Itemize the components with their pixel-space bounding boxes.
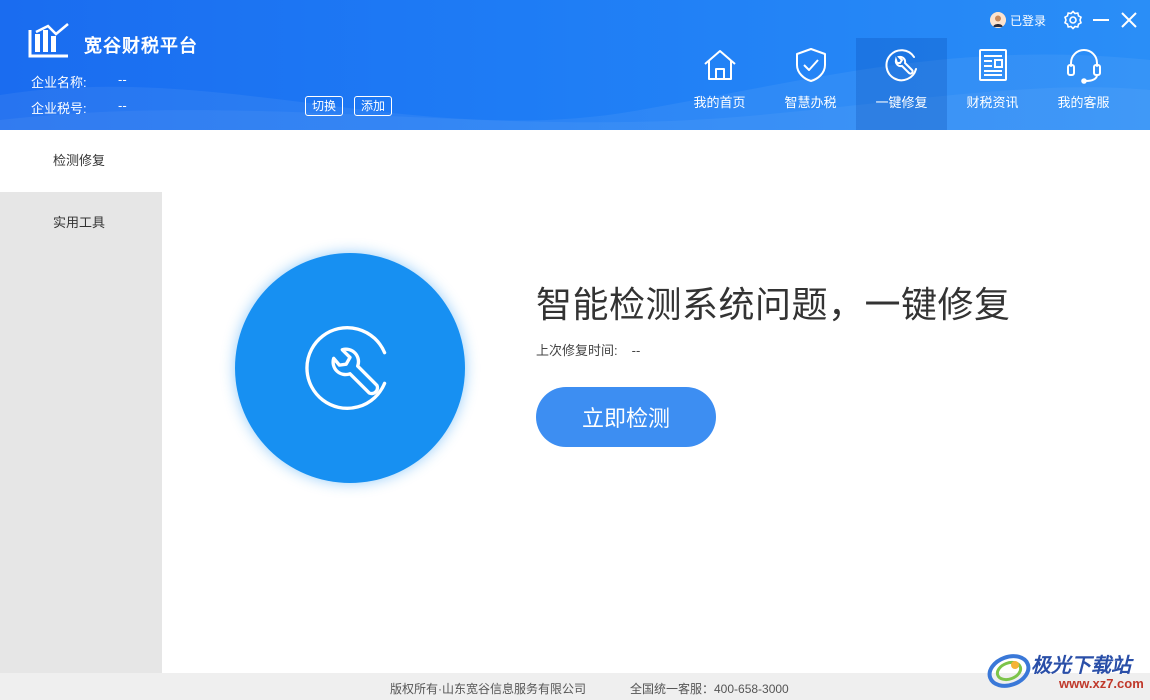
nav-item-repair[interactable]: 一键修复 <box>856 38 947 130</box>
headset-icon <box>1066 49 1101 84</box>
minimize-icon[interactable] <box>1090 9 1112 31</box>
app-logo <box>28 23 69 58</box>
aurora-logo-icon <box>987 654 1031 688</box>
nav-item-home[interactable]: 我的首页 <box>674 38 765 130</box>
main-nav: 我的首页 智慧办税 一键修复 财税资讯 我的客服 <box>674 38 1129 130</box>
newspaper-icon <box>978 49 1007 81</box>
copyright-text: 版权所有·山东宽谷信息服务有限公司 <box>390 682 586 696</box>
app-title: 宽谷财税平台 <box>84 36 198 56</box>
wrench-repair-icon <box>884 49 917 82</box>
watermark-title: 极光下载站 <box>1031 655 1131 677</box>
tax-id-row: 企业税号: -- <box>31 98 127 117</box>
gear-icon[interactable] <box>1062 9 1084 31</box>
last-repair-label: 上次修复时间: <box>536 343 618 358</box>
watermark: 极光下载站 www.xz7.com <box>985 645 1145 695</box>
wrench-repair-icon <box>305 326 387 410</box>
switch-company-button[interactable]: 切换 <box>305 96 344 116</box>
add-company-button[interactable]: 添加 <box>354 96 393 116</box>
nav-item-label: 财税资讯 <box>966 95 1019 110</box>
shield-check-icon <box>795 48 826 82</box>
window-controls: 已登录 <box>989 8 1140 32</box>
home-icon <box>703 50 736 80</box>
sidebar: 检测修复 实用工具 <box>0 130 162 673</box>
company-name-label: 企业名称: <box>31 75 87 90</box>
last-repair-time: 上次修复时间: -- <box>536 340 640 359</box>
user-avatar-icon[interactable] <box>989 12 1006 28</box>
last-repair-value: -- <box>631 343 641 358</box>
headline: 智能检测系统问题，一键修复 <box>536 284 1011 325</box>
nav-item-label: 我的客服 <box>1057 95 1110 110</box>
nav-item-service[interactable]: 我的客服 <box>1038 38 1129 130</box>
nav-item-smart-tax[interactable]: 智慧办税 <box>765 38 856 130</box>
repair-circle-graphic <box>235 253 465 483</box>
detect-now-button[interactable]: 立即检测 <box>536 387 716 447</box>
nav-item-label: 智慧办税 <box>784 95 837 110</box>
sidebar-item-detect-repair[interactable]: 检测修复 <box>0 130 162 192</box>
hotline-text: 全国统一客服：400-658-3000 <box>630 682 789 696</box>
company-name-value: -- <box>118 72 127 87</box>
nav-item-news[interactable]: 财税资讯 <box>947 38 1038 130</box>
tax-id-value: -- <box>118 98 127 113</box>
tax-id-label: 企业税号: <box>31 101 87 116</box>
watermark-url: www.xz7.com <box>1059 676 1144 691</box>
header-bar: 宽谷财税平台 企业名称: -- 企业税号: -- 切换 添加 我的首页 智慧办税 <box>0 0 1150 130</box>
nav-item-label: 一键修复 <box>875 95 928 110</box>
sidebar-item-tools[interactable]: 实用工具 <box>0 192 162 254</box>
close-icon[interactable] <box>1118 9 1140 31</box>
footer: 版权所有·山东宽谷信息服务有限公司 全国统一客服：400-658-3000 <box>0 673 1150 700</box>
main-content: 智能检测系统问题，一键修复 上次修复时间: -- 立即检测 <box>162 130 1150 673</box>
company-name-row: 企业名称: -- <box>31 72 127 91</box>
login-status[interactable]: 已登录 <box>1010 12 1046 29</box>
nav-item-label: 我的首页 <box>693 95 746 110</box>
